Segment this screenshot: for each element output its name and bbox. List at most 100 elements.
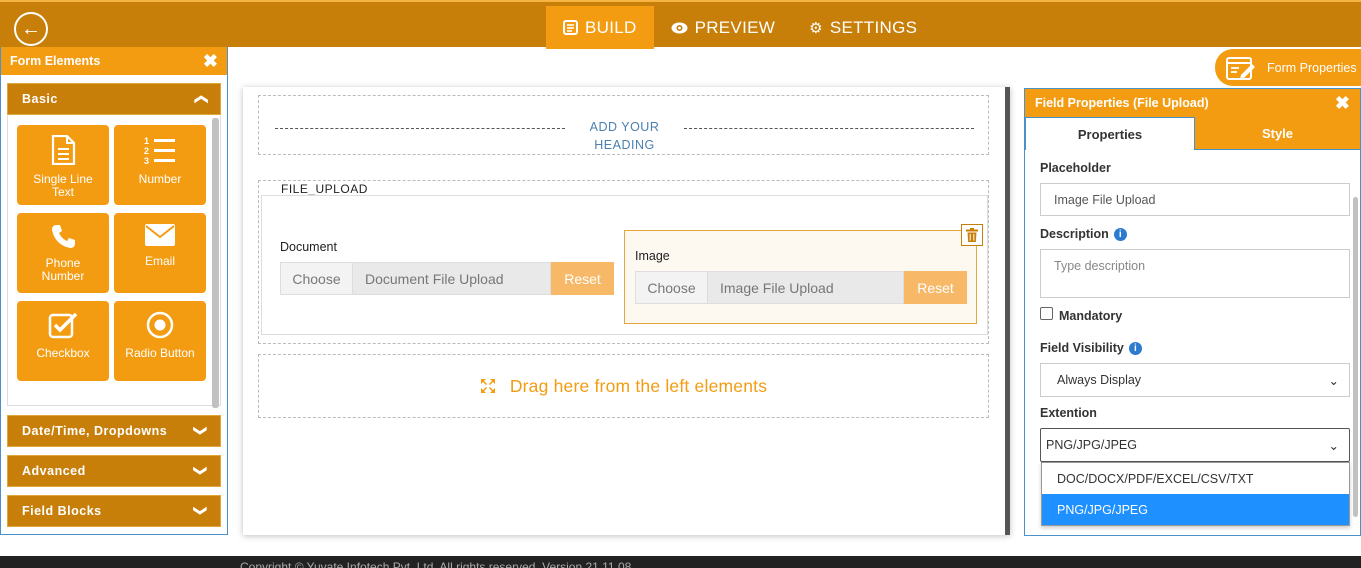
tile-number[interactable]: 123 Number bbox=[114, 125, 206, 205]
radio-icon bbox=[146, 311, 174, 339]
image-file-field[interactable]: Image File Upload bbox=[708, 271, 904, 304]
info-icon[interactable]: i bbox=[1128, 342, 1142, 355]
document-file-field[interactable]: Document File Upload bbox=[353, 262, 551, 295]
image-reset-button[interactable]: Reset bbox=[904, 271, 967, 304]
file-upload-title: FILE_UPLOAD bbox=[281, 182, 368, 196]
placeholder-label: Placeholder bbox=[1040, 161, 1111, 175]
accordion-datetime-dropdowns[interactable]: Date/Time, Dropdowns ❯ bbox=[7, 415, 221, 447]
back-arrow-icon[interactable]: ← bbox=[14, 12, 48, 46]
accordion-basic[interactable]: Basic ❯ bbox=[7, 83, 221, 115]
basic-elements-grid: Single Line Text 123 Number Phone Number… bbox=[7, 116, 221, 406]
extension-label: Extention bbox=[1040, 406, 1097, 420]
tab-build-label: BUILD bbox=[585, 17, 637, 37]
heading-block[interactable]: ADD YOUR HEADING bbox=[258, 95, 989, 155]
extension-option[interactable]: DOC/DOCX/PDF/EXCEL/CSV/TXT bbox=[1042, 463, 1349, 494]
tile-label: Radio Button bbox=[125, 346, 195, 360]
document-upload[interactable]: Choose Document File Upload Reset bbox=[280, 262, 614, 295]
svg-text:2: 2 bbox=[144, 146, 149, 156]
envelope-icon bbox=[145, 224, 175, 246]
form-properties-button[interactable]: Form Properties bbox=[1215, 49, 1361, 86]
form-elements-header: Form Elements ✖ bbox=[1, 47, 227, 75]
chevron-down-icon: ⌄ bbox=[1328, 438, 1339, 453]
right-scrollbar[interactable] bbox=[1353, 197, 1358, 517]
numbered-list-icon: 123 bbox=[144, 136, 175, 165]
footer: Copyright © Yuvate Infotech Pvt. Ltd. Al… bbox=[0, 556, 1361, 568]
heading-line-2: HEADING bbox=[594, 138, 655, 152]
tab-build[interactable]: BUILD bbox=[546, 6, 654, 49]
image-label: Image bbox=[635, 249, 670, 263]
placeholder-input[interactable]: Image File Upload bbox=[1040, 183, 1350, 216]
extension-dropdown: DOC/DOCX/PDF/EXCEL/CSV/TXT PNG/JPG/JPEG bbox=[1041, 462, 1350, 526]
left-scrollbar[interactable] bbox=[212, 118, 219, 408]
tab-settings[interactable]: ⚙ SETTINGS bbox=[792, 6, 934, 49]
image-upload[interactable]: Choose Image File Upload Reset bbox=[635, 271, 967, 304]
visibility-label: Field Visibility bbox=[1040, 341, 1124, 355]
description-label: Description bbox=[1040, 227, 1109, 241]
field-properties-tabs: Properties Style bbox=[1025, 117, 1360, 150]
heading-placeholder[interactable]: ADD YOUR HEADING bbox=[259, 118, 990, 154]
tile-checkbox[interactable]: Checkbox bbox=[17, 301, 109, 381]
chevron-down-icon: ❯ bbox=[193, 505, 209, 517]
tab-preview[interactable]: PREVIEW bbox=[654, 6, 793, 49]
heading-line-1: ADD YOUR bbox=[589, 120, 660, 134]
extension-select[interactable]: PNG/JPG/JPEG ⌄ bbox=[1040, 428, 1350, 462]
close-icon[interactable]: ✖ bbox=[203, 51, 218, 72]
accordion-basic-label: Basic bbox=[22, 92, 58, 106]
form-canvas: ADD YOUR HEADING FILE_UPLOAD Document Ch… bbox=[243, 87, 1010, 535]
tile-label: Single Line Text bbox=[33, 172, 93, 199]
build-icon bbox=[563, 20, 578, 35]
tile-phone-number[interactable]: Phone Number bbox=[17, 213, 109, 293]
document-icon bbox=[51, 135, 76, 165]
description-label-row: Description i bbox=[1040, 227, 1127, 241]
chevron-up-icon: ❯ bbox=[192, 93, 208, 105]
tab-properties[interactable]: Properties bbox=[1025, 117, 1195, 150]
expand-arrows-icon bbox=[480, 379, 495, 393]
drop-zone[interactable]: Drag here from the left elements bbox=[258, 354, 989, 418]
tile-label: Email bbox=[144, 254, 175, 268]
description-textarea[interactable]: Type description bbox=[1040, 249, 1350, 298]
tab-preview-label: PREVIEW bbox=[694, 17, 776, 37]
footer-text: Copyright © Yuvate Infotech Pvt. Ltd. Al… bbox=[240, 560, 632, 568]
form-elements-title: Form Elements bbox=[10, 54, 101, 68]
tile-label: Checkbox bbox=[36, 346, 90, 360]
extension-option-selected[interactable]: PNG/JPG/JPEG bbox=[1042, 494, 1349, 525]
phone-icon bbox=[52, 225, 75, 248]
visibility-label-row: Field Visibility i bbox=[1040, 341, 1142, 355]
accordion-label: Date/Time, Dropdowns bbox=[22, 424, 168, 438]
document-reset-button[interactable]: Reset bbox=[551, 262, 614, 295]
accordion-label: Advanced bbox=[22, 464, 86, 478]
extension-value: PNG/JPG/JPEG bbox=[1046, 438, 1137, 452]
form-properties-label: Form Properties bbox=[1267, 60, 1357, 75]
form-edit-icon bbox=[1226, 56, 1255, 80]
tile-single-line-text[interactable]: Single Line Text bbox=[17, 125, 109, 205]
close-icon[interactable]: ✖ bbox=[1335, 93, 1350, 114]
visibility-select[interactable]: Always Display ⌄ bbox=[1040, 363, 1350, 397]
mandatory-label: Mandatory bbox=[1059, 309, 1123, 323]
document-choose-button[interactable]: Choose bbox=[280, 262, 353, 295]
mandatory-checkbox[interactable] bbox=[1040, 307, 1053, 320]
chevron-down-icon: ❯ bbox=[193, 425, 209, 437]
field-properties-header: Field Properties (File Upload) ✖ bbox=[1025, 89, 1360, 117]
tab-settings-label: SETTINGS bbox=[829, 17, 918, 37]
scrollbar-thumb[interactable] bbox=[212, 118, 219, 408]
field-properties-title: Field Properties (File Upload) bbox=[1035, 96, 1209, 110]
svg-text:3: 3 bbox=[144, 156, 149, 165]
chevron-down-icon: ⌄ bbox=[1328, 373, 1339, 388]
tile-label: Phone Number bbox=[41, 256, 85, 283]
visibility-value: Always Display bbox=[1057, 373, 1142, 387]
tab-style[interactable]: Style bbox=[1195, 117, 1360, 150]
tile-email[interactable]: Email bbox=[114, 213, 206, 293]
chevron-down-icon: ❯ bbox=[193, 465, 209, 477]
tile-label: Number bbox=[138, 172, 182, 186]
document-label: Document bbox=[280, 240, 337, 254]
gear-icon: ⚙ bbox=[809, 19, 823, 37]
trash-icon[interactable] bbox=[961, 224, 983, 246]
eye-icon bbox=[671, 22, 688, 33]
svg-text:1: 1 bbox=[144, 136, 149, 146]
info-icon[interactable]: i bbox=[1113, 228, 1127, 241]
accordion-advanced[interactable]: Advanced ❯ bbox=[7, 455, 221, 487]
accordion-field-blocks[interactable]: Field Blocks ❯ bbox=[7, 495, 221, 527]
builder-tabs: BUILD PREVIEW ⚙ SETTINGS bbox=[546, 6, 934, 49]
image-choose-button[interactable]: Choose bbox=[635, 271, 708, 304]
tile-radio-button[interactable]: Radio Button bbox=[114, 301, 206, 381]
